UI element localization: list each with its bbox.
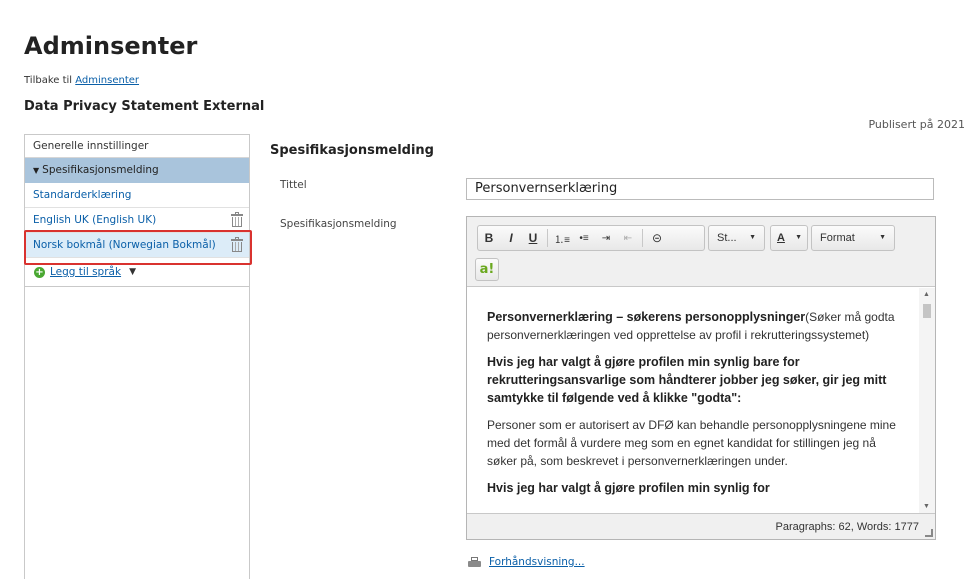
paragraph-4: Hvis jeg har valgt å gjøre profilen min …: [487, 481, 770, 495]
sidebar: Generelle innstillinger ▼ Spesifikasjonsm…: [24, 134, 250, 579]
editor-scrollbar[interactable]: ▲ ▼: [919, 288, 935, 513]
page-subtitle: Data Privacy Statement External: [24, 99, 265, 114]
section-title: Spesifikasjonsmelding: [270, 143, 434, 158]
link-button[interactable]: ⊝: [646, 231, 668, 245]
bold-button[interactable]: B: [478, 231, 500, 245]
font-color-label: A: [777, 232, 785, 244]
back-link[interactable]: Adminsenter: [75, 75, 139, 86]
preview-link[interactable]: Forhåndsvisning...: [468, 556, 585, 568]
format-label: Format: [820, 232, 855, 244]
message-label: Spesifikasjonsmelding: [280, 218, 397, 230]
ordered-list-button[interactable]: ⒈≡: [551, 231, 573, 246]
underline-button[interactable]: U: [522, 231, 544, 245]
styles-dropdown[interactable]: St... ▼: [708, 225, 765, 251]
add-language-button[interactable]: + Legg til språk ▼: [34, 266, 136, 278]
editor-content[interactable]: Personvernerklæring – søkerens personopp…: [467, 288, 919, 513]
sidebar-item-standard[interactable]: Standarderklæring: [25, 183, 249, 208]
back-prefix: Tilbake til: [24, 75, 76, 86]
title-input[interactable]: Personvernserklæring: [466, 178, 934, 200]
scroll-thumb[interactable]: [923, 304, 931, 318]
plus-icon: +: [34, 266, 45, 278]
preview-label: Forhåndsvisning...: [489, 556, 585, 568]
selection-highlight: [24, 230, 252, 265]
styles-label: St...: [717, 232, 737, 244]
word-count: Paragraphs: 62, Words: 1777: [775, 521, 920, 533]
scroll-up-icon[interactable]: ▲: [923, 291, 930, 298]
published-status: Publisert på 2021: [868, 118, 965, 131]
triangle-down-icon: ▼: [33, 166, 40, 175]
format-dropdown[interactable]: Format ▼: [811, 225, 895, 251]
printer-icon: [468, 556, 481, 568]
outdent-button[interactable]: ⇤: [617, 233, 639, 244]
paragraph-1-heading: Personvernerklæring – søkerens personopp…: [487, 310, 806, 324]
sidebar-item-label: Standarderklæring: [33, 189, 132, 201]
resize-handle[interactable]: [925, 529, 933, 537]
page-title: Adminsenter: [24, 32, 198, 60]
caret-down-icon: ▼: [795, 234, 802, 241]
spellcheck-button[interactable]: a!: [475, 258, 499, 281]
caret-down-icon: ▼: [749, 234, 756, 241]
bullet-list-button[interactable]: •≡: [573, 233, 595, 244]
paragraph-2: Hvis jeg har valgt å gjøre profilen min …: [487, 355, 887, 405]
sidebar-divider: [24, 286, 250, 287]
sidebar-section-spec[interactable]: ▼ Spesifikasjonsmelding: [25, 158, 249, 183]
paragraph-3: Personer som er autorisert av DFØ kan be…: [487, 418, 896, 468]
add-language-label: Legg til språk: [50, 266, 122, 278]
back-line: Tilbake til Adminsenter: [24, 75, 139, 86]
trash-icon[interactable]: [231, 212, 243, 227]
title-label: Tittel: [280, 179, 307, 191]
sidebar-item-label: English UK (English UK): [33, 214, 157, 226]
caret-down-icon: ▼: [879, 234, 886, 241]
italic-button[interactable]: I: [500, 231, 522, 245]
font-color-dropdown[interactable]: A ▼: [770, 225, 808, 251]
indent-button[interactable]: ⇥: [595, 233, 617, 244]
rich-text-editor: B I U ⒈≡ •≡ ⇥ ⇤ ⊝ St... ▼ A ▼ Format ▼ a! P…: [466, 216, 936, 540]
scroll-down-icon[interactable]: ▼: [923, 503, 930, 510]
editor-statusbar: Paragraphs: 62, Words: 1777: [467, 513, 935, 539]
sidebar-item-general[interactable]: Generelle innstillinger: [25, 135, 249, 158]
format-button-group: B I U ⒈≡ •≡ ⇥ ⇤ ⊝: [477, 225, 705, 251]
caret-down-icon[interactable]: ▼: [129, 267, 136, 277]
sidebar-section-label: Spesifikasjonsmelding: [42, 164, 159, 176]
editor-toolbar: B I U ⒈≡ •≡ ⇥ ⇤ ⊝ St... ▼ A ▼ Format ▼ a!: [467, 217, 935, 287]
